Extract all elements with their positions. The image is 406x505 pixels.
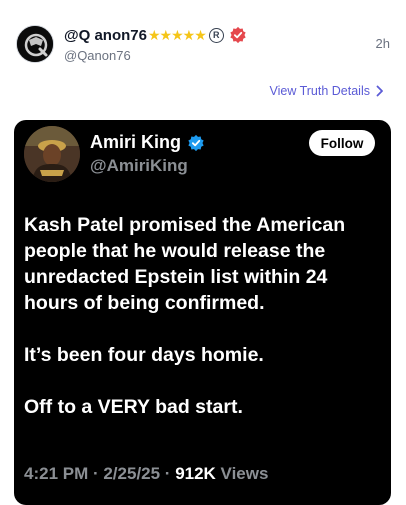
user-avatar[interactable] [16, 25, 54, 63]
registered-mark-icon: R [208, 27, 224, 43]
chevron-right-icon [376, 85, 383, 97]
star-rating-icons: ★★★★★ [147, 26, 207, 43]
embed-post-text: Kash Patel promised the American people … [24, 212, 381, 446]
verified-badge-icon [230, 26, 246, 44]
embed-paragraph: Off to a VERY bad start. [24, 396, 243, 418]
embed-author-handle: @AmiriKing [90, 156, 188, 175]
portrait-avatar-icon [24, 126, 80, 182]
post-timestamp[interactable]: 2h [376, 36, 390, 51]
view-truth-details-link[interactable]: View Truth Details [269, 84, 384, 98]
display-name[interactable]: @Q anon76 [64, 27, 147, 44]
embed-views-count: 912K [175, 464, 216, 483]
user-handle[interactable]: @Qanon76 [64, 48, 131, 63]
embed-name-row: Amiri King [90, 132, 205, 153]
q-logo-icon [17, 26, 53, 62]
embed-paragraph: It’s been four days homie. [24, 344, 264, 366]
embed-paragraph: Kash Patel promised the American people … [24, 214, 346, 314]
embedded-post-image[interactable]: Amiri King @AmiriKing Follow Kash Patel … [14, 120, 391, 505]
verified-check-icon [188, 134, 204, 151]
embed-views-label: Views [215, 464, 269, 483]
embed-author-avatar [24, 126, 80, 182]
embed-timestamp: 4:21 PM · 2/25/25 · [24, 464, 176, 483]
name-row: @Q anon76 ★★★★★ R [64, 26, 247, 44]
post-header: @Q anon76 ★★★★★ R @Qanon76 2h [16, 22, 390, 66]
embed-post-meta: 4:21 PM · 2/25/25 · 912K Views [24, 464, 268, 484]
view-truth-details-label: View Truth Details [269, 84, 370, 98]
follow-button: Follow [309, 130, 375, 156]
embed-author-name: Amiri King [90, 132, 182, 152]
